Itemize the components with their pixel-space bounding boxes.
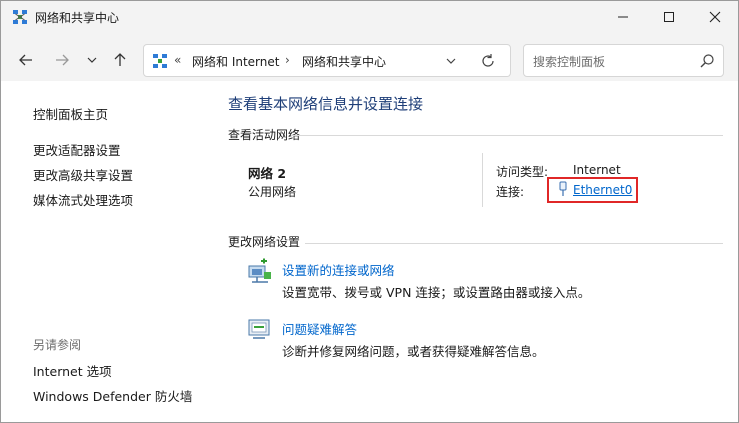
ethernet-icon[interactable] xyxy=(558,181,568,197)
recent-locations-button[interactable] xyxy=(80,47,104,73)
change-settings-heading: 更改网络设置 xyxy=(228,235,301,249)
sidebar-item-adapter-settings[interactable]: 更改适配器设置 xyxy=(33,140,121,159)
close-icon xyxy=(709,11,721,23)
minimize-icon xyxy=(618,16,628,18)
address-bar[interactable]: « 网络和 Internet › 网络和共享中心 xyxy=(143,44,511,77)
section-divider xyxy=(291,135,723,136)
page-title: 查看基本网络信息并设置连接 xyxy=(228,95,424,113)
network-info-divider xyxy=(482,153,483,207)
sidebar-link-internet-options[interactable]: Internet 选项 xyxy=(33,361,112,380)
back-button[interactable] xyxy=(14,47,38,73)
ethernet-connection-link[interactable]: Ethernet0 xyxy=(573,183,632,197)
arrow-right-icon xyxy=(56,54,69,66)
sidebar-link-firewall[interactable]: Windows Defender 防火墙 xyxy=(33,386,192,405)
breadcrumb-network-internet[interactable]: 网络和 Internet xyxy=(192,53,279,70)
sidebar-item-control-panel-home[interactable]: 控制面板主页 xyxy=(33,104,108,123)
forward-button[interactable] xyxy=(50,47,74,73)
chevron-down-icon xyxy=(87,57,97,63)
network-app-icon xyxy=(13,10,27,24)
access-type-label: 访问类型: xyxy=(496,165,549,179)
window-title: 网络和共享中心 xyxy=(35,11,120,25)
address-dropdown-icon[interactable] xyxy=(444,53,458,69)
sidebar-item-media-streaming[interactable]: 媒体流式处理选项 xyxy=(33,190,133,209)
title-bar: 网络和共享中心 xyxy=(1,1,738,33)
setup-connection-description: 设置宽带、拨号或 VPN 连接；或设置路由器或接入点。 xyxy=(282,285,591,300)
network-name: 网络 2 xyxy=(248,166,287,181)
network-location-icon xyxy=(153,54,167,68)
minimize-button[interactable] xyxy=(600,1,646,33)
arrow-left-icon xyxy=(19,54,32,66)
search-box[interactable]: 搜索控制面板 xyxy=(523,44,724,77)
network-sharing-center-window: 网络和共享中心 « 网络和 Internet › 网络和共享中心 搜索控制面板 … xyxy=(0,0,739,423)
maximize-button[interactable] xyxy=(646,1,692,33)
section-divider xyxy=(305,243,723,244)
troubleshoot-description: 诊断并修复网络问题，或者获得疑难解答信息。 xyxy=(282,344,545,359)
sidebar-item-advanced-sharing[interactable]: 更改高级共享设置 xyxy=(33,165,133,184)
breadcrumb-separator[interactable]: › xyxy=(285,53,290,67)
breadcrumb-sharing-center[interactable]: 网络和共享中心 xyxy=(302,53,386,70)
troubleshoot-icon[interactable] xyxy=(247,317,273,343)
connections-label: 连接: xyxy=(496,185,525,199)
setup-connection-link[interactable]: 设置新的连接或网络 xyxy=(282,260,395,279)
up-button[interactable] xyxy=(108,47,132,73)
active-networks-heading: 查看活动网络 xyxy=(228,128,301,142)
see-also-heading: 另请参阅 xyxy=(33,338,82,352)
search-icon[interactable] xyxy=(699,53,715,69)
network-category: 公用网络 xyxy=(248,185,297,199)
close-button[interactable] xyxy=(692,1,738,33)
new-connection-icon[interactable] xyxy=(247,258,273,284)
access-type-value: Internet xyxy=(573,163,621,177)
refresh-icon[interactable] xyxy=(479,52,497,70)
troubleshoot-link[interactable]: 问题疑难解答 xyxy=(282,319,357,338)
breadcrumb-overflow[interactable]: « xyxy=(174,53,181,67)
maximize-icon xyxy=(664,12,674,22)
search-placeholder[interactable]: 搜索控制面板 xyxy=(533,53,605,70)
arrow-up-icon xyxy=(114,53,126,66)
